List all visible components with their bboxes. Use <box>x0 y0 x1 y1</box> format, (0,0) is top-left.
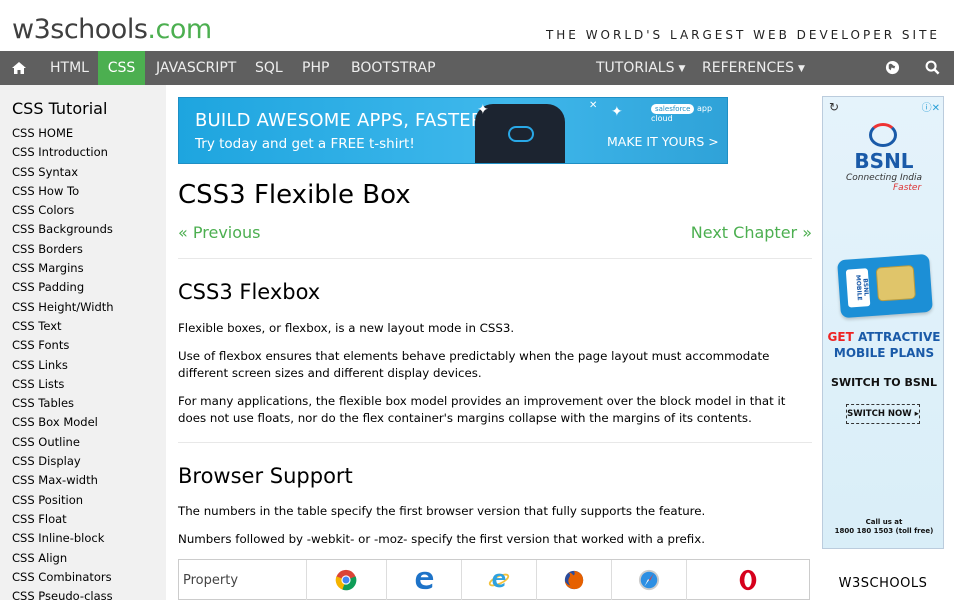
sidebar-link[interactable]: CSS Borders <box>0 240 166 259</box>
sidebar-link[interactable]: CSS Fonts <box>0 336 166 355</box>
nav-item-javascript[interactable]: JAVASCRIPT <box>156 51 236 85</box>
home-icon <box>12 62 26 74</box>
salesforce-logo: salesforce app cloud <box>651 104 713 123</box>
sidebar-link[interactable]: CSS Height/Width <box>0 298 166 317</box>
sidebar-link[interactable]: CSS Display <box>0 452 166 471</box>
ie-icon <box>489 573 510 588</box>
previous-link[interactable]: « Previous <box>178 223 261 242</box>
ad-brand: BSNL <box>854 149 914 173</box>
translate-button[interactable] <box>885 51 901 85</box>
search-button[interactable] <box>925 51 941 85</box>
nav-item-html[interactable]: HTML <box>50 51 89 85</box>
sidebar-link[interactable]: CSS Syntax <box>0 163 166 182</box>
banner-headline: BUILD AWESOME APPS, FASTER <box>195 110 484 131</box>
sidebar-link[interactable]: CSS Inline-block <box>0 529 166 548</box>
refresh-icon[interactable]: ↻ <box>829 100 839 114</box>
search-icon <box>925 60 940 75</box>
tutorials-dropdown[interactable]: TUTORIALS ▼ <box>596 51 685 85</box>
edge-icon <box>416 571 434 590</box>
section-heading-browser-support: Browser Support <box>178 464 353 488</box>
ad-switch-text: SWITCH TO BSNL <box>831 376 937 389</box>
table-header-edge <box>387 560 463 600</box>
w3schools-logo[interactable]: w3schools.com <box>12 14 212 45</box>
sim-chip <box>875 264 916 302</box>
sidebar-link[interactable]: CSS Float <box>0 510 166 529</box>
chrome-icon <box>336 569 357 591</box>
home-button[interactable] <box>0 51 38 85</box>
sidebar-links: CSS HOME CSS Introduction CSS Syntax CSS Ho… <box>0 124 166 600</box>
sidebar-title: CSS Tutorial <box>12 99 108 118</box>
paragraph: The numbers in the table specify the fir… <box>178 504 706 518</box>
sidebar-link[interactable]: CSS Text <box>0 317 166 336</box>
table-header-ie <box>462 560 538 600</box>
right-footer-label: W3SCHOOLS <box>838 576 928 591</box>
salesforce-ad-banner[interactable]: BUILD AWESOME APPS, FASTER Try today and… <box>178 97 728 164</box>
nav-item-bootstrap[interactable]: BOOTSTRAP <box>351 51 436 85</box>
switch-now-button[interactable]: SWITCH NOW ▸ <box>846 404 920 424</box>
sparkle-icon: ✦ <box>611 104 623 120</box>
paragraph: Use of flexbox ensures that elements beh… <box>178 349 770 380</box>
sim-card-image: BSNL MOBILE <box>837 253 933 319</box>
sidebar-link[interactable]: CSS Margins <box>0 259 166 278</box>
sidebar-link[interactable]: CSS Colors <box>0 201 166 220</box>
opera-icon <box>739 569 757 591</box>
caret-down-icon: ▼ <box>798 64 805 74</box>
browser-support-table: Property <box>178 559 810 600</box>
main-content: BUILD AWESOME APPS, FASTER Try today and… <box>178 85 812 600</box>
cloud-icon <box>508 126 534 142</box>
sidebar-link[interactable]: CSS Links <box>0 356 166 375</box>
page-title: CSS3 Flexible Box <box>178 180 411 210</box>
top-navbar: HTML CSS JAVASCRIPT SQL PHP BOOTSTRAP TU… <box>0 51 954 85</box>
sidebar-link[interactable]: CSS Lists <box>0 375 166 394</box>
site-tagline: THE WORLD'S LARGEST WEB DEVELOPER SITE <box>545 28 940 42</box>
references-dropdown[interactable]: REFERENCES ▼ <box>702 51 805 85</box>
divider <box>178 258 812 259</box>
safari-icon <box>639 569 660 591</box>
banner-cta[interactable]: MAKE IT YOURS > <box>607 134 719 149</box>
banner-subline: Try today and get a FREE t-shirt! <box>195 136 415 152</box>
paragraph: Flexible boxes, or flexbox, is a new lay… <box>178 321 515 335</box>
sim-label: BSNL MOBILE <box>845 268 871 308</box>
nav-item-sql[interactable]: SQL <box>255 51 283 85</box>
sidebar-link[interactable]: CSS Align <box>0 549 166 568</box>
sidebar-link[interactable]: CSS How To <box>0 182 166 201</box>
paragraph: For many applications, the flexible box … <box>178 394 786 425</box>
table-header-property: Property <box>179 560 307 600</box>
caret-down-icon: ▼ <box>678 64 686 74</box>
sidebar-link[interactable]: CSS Tables <box>0 394 166 413</box>
globe-icon <box>885 60 900 75</box>
firefox-icon <box>565 570 584 590</box>
ad-contact: Call us at 1800 180 1503 (toll free) <box>834 518 934 535</box>
nav-item-css[interactable]: CSS <box>98 51 145 85</box>
sidebar-link[interactable]: CSS Padding <box>0 278 166 297</box>
sidebar-link[interactable]: CSS Pseudo-class <box>0 587 166 600</box>
sidebar-link[interactable]: CSS Box Model <box>0 413 166 432</box>
sidebar-link[interactable]: CSS Backgrounds <box>0 220 166 239</box>
bsnl-ad[interactable]: ↻ ⓘ✕ BSNL Connecting India Faster BSNL M… <box>822 96 944 549</box>
adchoices-icon[interactable]: ⓘ✕ <box>922 99 940 114</box>
divider <box>178 442 812 443</box>
nav-item-php[interactable]: PHP <box>302 51 329 85</box>
table-header-firefox <box>537 560 613 600</box>
sidebar-link[interactable]: CSS Introduction <box>0 143 166 162</box>
sidebar-link[interactable]: CSS Max-width <box>0 471 166 490</box>
sidebar-link[interactable]: CSS Outline <box>0 433 166 452</box>
table-header-safari <box>612 560 688 600</box>
next-chapter-link[interactable]: Next Chapter » <box>691 223 812 242</box>
table-header-opera <box>687 560 809 600</box>
ad-tagline-faster: Faster <box>893 183 922 193</box>
sparkle-icon: ✦ <box>477 102 489 118</box>
site-header: w3schools.com THE WORLD'S LARGEST WEB DE… <box>0 0 954 51</box>
ad-tagline: Connecting India <box>845 173 923 183</box>
bsnl-logo-icon <box>869 123 897 147</box>
table-header-chrome <box>307 560 388 600</box>
sidebar: CSS Tutorial CSS HOME CSS Introduction CSS… <box>0 85 166 600</box>
sidebar-link[interactable]: CSS Position <box>0 491 166 510</box>
paragraph: Numbers followed by -webkit- or -moz- sp… <box>178 532 705 546</box>
section-heading-flexbox: CSS3 Flexbox <box>178 280 321 304</box>
ad-offer: GET ATTRACTIVE MOBILE PLANS <box>827 330 941 360</box>
sidebar-link[interactable]: CSS Combinators <box>0 568 166 587</box>
sparkle-icon: ✕ <box>589 100 598 111</box>
sidebar-link[interactable]: CSS HOME <box>0 124 166 143</box>
